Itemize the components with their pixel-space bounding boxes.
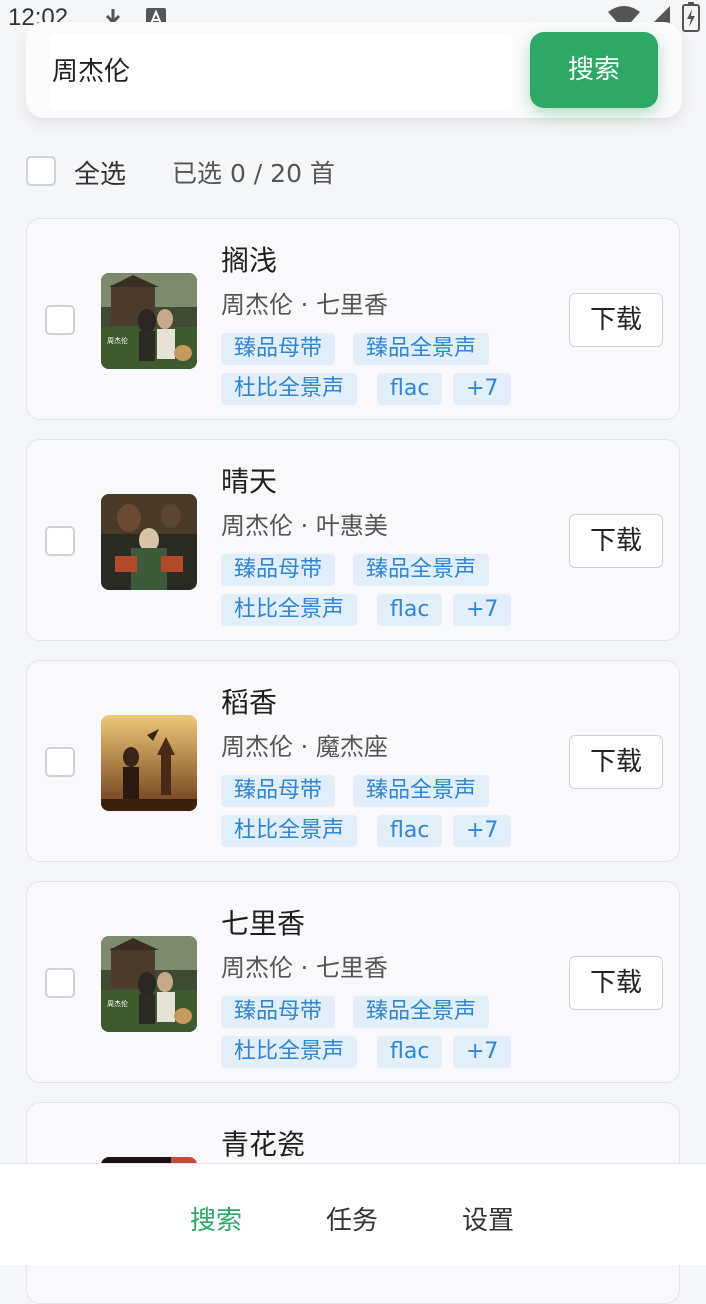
download-button[interactable]: 下载 — [569, 956, 663, 1010]
nav-tab-settings[interactable]: 设置 — [462, 1200, 514, 1237]
quality-tag: flac — [377, 594, 443, 626]
select-all-checkbox[interactable] — [26, 156, 56, 186]
quality-tag: flac — [377, 815, 443, 847]
quality-tag: 臻品全景声 — [353, 554, 490, 586]
album-cover: 周杰伦 — [101, 936, 197, 1032]
quality-tag-more: +7 — [453, 373, 512, 405]
quality-tag: 杜比全景声 — [221, 594, 358, 626]
quality-tag: 臻品母带 — [221, 996, 336, 1028]
nav-tab-tasks[interactable]: 任务 — [326, 1200, 378, 1237]
bottom-nav: 搜索 任务 设置 — [0, 1163, 706, 1265]
song-title: 晴天 — [221, 465, 278, 498]
battery-charging-icon — [682, 2, 700, 36]
quality-tag: 臻品母带 — [221, 775, 336, 807]
quality-tag-more: +7 — [453, 594, 512, 626]
song-artist-album: 周杰伦 · 魔杰座 — [221, 733, 388, 761]
quality-tag: 杜比全景声 — [221, 1036, 358, 1068]
svg-text:周杰伦: 周杰伦 — [107, 336, 128, 345]
song-card: 周杰伦 七里香 周杰伦 · 七里香 臻品母带 臻品全景声 杜比全景声 flac … — [26, 881, 680, 1083]
quality-tag: 杜比全景声 — [221, 373, 358, 405]
song-artist-album: 周杰伦 · 七里香 — [221, 291, 388, 319]
search-input[interactable]: 周杰伦 — [50, 34, 512, 110]
quality-tag: 臻品母带 — [221, 554, 336, 586]
song-title: 七里香 — [221, 907, 306, 940]
download-button[interactable]: 下载 — [569, 735, 663, 789]
song-card: 稻香 周杰伦 · 魔杰座 臻品母带 臻品全景声 杜比全景声 flac +7 下载 — [26, 660, 680, 862]
song-checkbox[interactable] — [45, 747, 75, 777]
song-title: 搁浅 — [221, 244, 278, 277]
quality-tag-more: +7 — [453, 1036, 512, 1068]
song-card: 晴天 周杰伦 · 叶惠美 臻品母带 臻品全景声 杜比全景声 flac +7 下载 — [26, 439, 680, 641]
song-artist-album: 周杰伦 · 七里香 — [221, 954, 388, 982]
album-cover: 周杰伦 — [101, 273, 197, 369]
download-button[interactable]: 下载 — [569, 514, 663, 568]
song-artist-album: 周杰伦 · 叶惠美 — [221, 512, 388, 540]
search-card: 周杰伦 搜索 — [26, 22, 682, 118]
song-checkbox[interactable] — [45, 968, 75, 998]
quality-tag: 臻品母带 — [221, 333, 336, 365]
quality-tag: flac — [377, 1036, 443, 1068]
album-cover — [101, 494, 197, 590]
quality-tag: 臻品全景声 — [353, 333, 490, 365]
song-checkbox[interactable] — [45, 305, 75, 335]
album-cover — [101, 715, 197, 811]
quality-tag-more: +7 — [453, 815, 512, 847]
song-card: 周杰伦 搁浅 周杰伦 · 七里香 臻品母带 臻品全景声 杜比全景声 flac +… — [26, 218, 680, 420]
nav-tab-search[interactable]: 搜索 — [190, 1200, 242, 1237]
select-all-row: 全选 已选 0 / 20 首 — [26, 152, 682, 192]
search-button[interactable]: 搜索 — [530, 32, 658, 108]
download-button[interactable]: 下载 — [569, 293, 663, 347]
song-checkbox[interactable] — [45, 526, 75, 556]
quality-tag: 杜比全景声 — [221, 815, 358, 847]
svg-text:周杰伦: 周杰伦 — [107, 999, 128, 1008]
song-title: 青花瓷 — [221, 1128, 306, 1161]
quality-tag: 臻品全景声 — [353, 775, 490, 807]
selection-count: 已选 0 / 20 首 — [172, 159, 335, 188]
quality-tag: 臻品全景声 — [353, 996, 490, 1028]
song-title: 稻香 — [221, 686, 278, 719]
quality-tag: flac — [377, 373, 443, 405]
select-all-label[interactable]: 全选 — [74, 154, 126, 191]
